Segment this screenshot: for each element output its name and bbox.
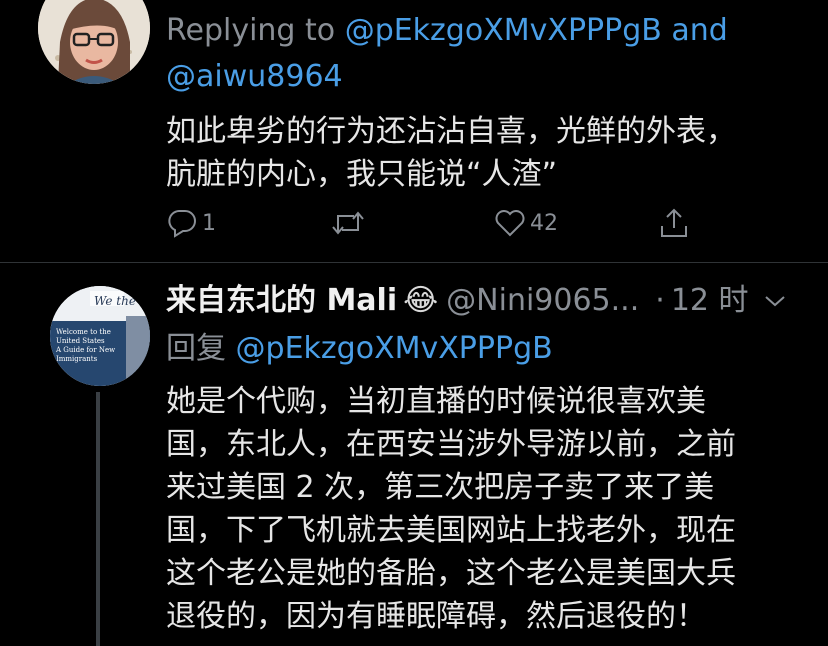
- retweet-icon: [332, 211, 364, 235]
- tweet-text-line: 如此卑劣的行为还沾沾自喜，光鲜的外表，: [166, 114, 736, 149]
- user-handle[interactable]: @Nini9065...: [446, 282, 639, 320]
- mention-link[interactable]: @pEkzgoXMvXPPPgB: [345, 13, 662, 48]
- like-count: 42: [530, 210, 558, 236]
- reply-prefix: 回复: [166, 331, 226, 366]
- avatar-sign-line: A Guide for New: [56, 346, 116, 354]
- tweet-text-line: 她是个代购，当初直播的时候说很喜欢美: [166, 384, 706, 419]
- display-name[interactable]: 来自东北的 Mali: [166, 282, 397, 320]
- tweet-header: 来自东北的 Mali 😂 @Nini9065... · 12 时: [166, 282, 787, 320]
- avatar-sign-line: Welcome to the: [56, 328, 111, 336]
- reply-prefix: Replying to: [166, 13, 336, 48]
- tweet-text-line: 肮脏的内心，我只能说“人渣”: [166, 157, 558, 192]
- tweet-text-line: 这个老公是她的备胎，这个老公是美国大兵: [166, 556, 736, 591]
- share-icon: [661, 208, 687, 237]
- tweet-text-line: 国，下了飞机就去美国网站上找老外，现在: [166, 513, 736, 548]
- timestamp[interactable]: 12 时: [671, 282, 749, 320]
- chevron-down-icon[interactable]: [763, 293, 787, 309]
- like-button[interactable]: 42: [494, 208, 558, 238]
- reply-and: and: [671, 13, 728, 48]
- tweet-text-line: 来过美国 2 次，第三次把房子卖了来了美: [166, 470, 715, 505]
- avatar[interactable]: We the Welcome to the United States A Gu…: [50, 286, 150, 386]
- emoji-laughing-icon: 😂: [403, 283, 439, 318]
- share-button[interactable]: [658, 206, 690, 240]
- avatar-sign-title: We the: [94, 294, 136, 308]
- avatar-sign-line: United States: [56, 337, 105, 345]
- thread-line: [96, 392, 100, 646]
- avatar-sign-text: Welcome to the United States A Guide for…: [56, 328, 115, 364]
- reply-context: Replying to @pEkzgoXMvXPPPgB and: [166, 12, 728, 50]
- reply-button[interactable]: 1: [166, 208, 216, 238]
- reply-icon: [168, 210, 196, 238]
- mention-link[interactable]: @pEkzgoXMvXPPPgB: [236, 331, 553, 366]
- avatar[interactable]: [38, 0, 150, 84]
- avatar-sign-line: Immigrants: [56, 355, 98, 363]
- retweet-button[interactable]: [330, 208, 370, 238]
- reply-count: 1: [202, 210, 216, 236]
- tweet-text: 如此卑劣的行为还沾沾自喜，光鲜的外表， 肮脏的内心，我只能说“人渣”: [166, 110, 736, 196]
- tweet-text-line: 国，东北人，在西安当涉外导游以前，之前: [166, 427, 736, 462]
- heart-icon: [495, 210, 525, 237]
- reply-context: 回复 @pEkzgoXMvXPPPgB: [166, 330, 553, 368]
- separator-dot: ·: [655, 283, 665, 318]
- tweet-text-line: 退役的，因为有睡眠障碍，然后退役的！: [166, 599, 706, 634]
- mention-link[interactable]: @aiwu8964: [166, 58, 343, 96]
- woman-avatar-icon: [38, 0, 150, 84]
- tweet-text: 她是个代购，当初直播的时候说很喜欢美 国，东北人，在西安当涉外导游以前，之前 来…: [166, 380, 736, 638]
- divider: [0, 262, 828, 263]
